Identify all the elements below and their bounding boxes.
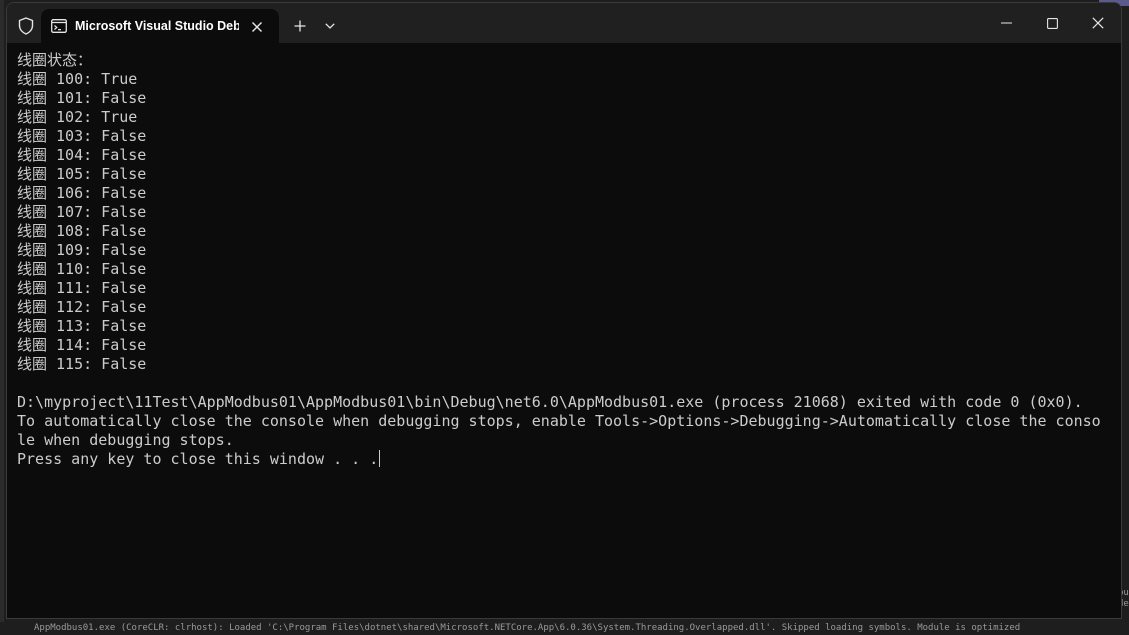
coil-status-header: 线圈状态： (17, 51, 93, 69)
coil-line: 线圈 108: False (17, 222, 147, 240)
tab-dropdown-button[interactable] (319, 15, 341, 37)
tab-title: Microsoft Visual Studio Debug (75, 19, 239, 33)
coil-line: 线圈 100: True (17, 70, 138, 88)
close-icon (1092, 17, 1104, 29)
coil-line: 线圈 107: False (17, 203, 147, 221)
coil-line: 线圈 105: False (17, 165, 147, 183)
shield-icon[interactable] (13, 13, 39, 39)
coil-line: 线圈 112: False (17, 298, 147, 316)
coil-line: 线圈 103: False (17, 127, 147, 145)
close-window-button[interactable] (1075, 3, 1121, 43)
coil-line: 线圈 114: False (17, 336, 147, 354)
coil-line: 线圈 111: False (17, 279, 147, 297)
auto-close-hint-line-1: To automatically close the console when … (17, 412, 1101, 430)
background-output-text: AppModbus01.exe (CoreCLR: clrhost): Load… (0, 622, 1129, 635)
process-exit-message: D:\myproject\11Test\AppModbus01\AppModbu… (17, 393, 1083, 411)
coil-line: 线圈 101: False (17, 89, 147, 107)
background-ide-left-edge (0, 0, 4, 635)
minimize-icon (1000, 22, 1012, 24)
window-controls (983, 3, 1121, 43)
coil-line: 线圈 109: False (17, 241, 147, 259)
minimize-button[interactable] (983, 3, 1029, 43)
terminal-window: Microsoft Visual Studio Debug 线圈状态： 线圈 1… (6, 2, 1122, 619)
coil-line: 线圈 110: False (17, 260, 147, 278)
coil-line: 线圈 104: False (17, 146, 147, 164)
press-any-key-text: Press any key to close this window . . . (17, 450, 379, 468)
coil-line: 线圈 106: False (17, 184, 147, 202)
coil-line: 线圈 102: True (17, 108, 138, 126)
chevron-down-icon (325, 23, 335, 29)
text-cursor (379, 450, 381, 467)
console-text: 线圈状态： 线圈 100: True 线圈 101: False 线圈 102:… (17, 51, 1107, 469)
plus-icon (294, 20, 306, 32)
terminal-icon (51, 19, 67, 33)
new-tab-button[interactable] (289, 15, 311, 37)
auto-close-hint-line-2: le when debugging stops. (17, 431, 234, 449)
console-output[interactable]: 线圈状态： 线圈 100: True 线圈 101: False 线圈 102:… (7, 43, 1121, 618)
coil-line: 线圈 115: False (17, 355, 147, 373)
title-bar[interactable]: Microsoft Visual Studio Debug (7, 3, 1121, 43)
close-tab-icon[interactable] (247, 17, 267, 37)
tab-console[interactable]: Microsoft Visual Studio Debug (41, 9, 279, 43)
press-any-key-prompt: Press any key to close this window . . . (17, 450, 1107, 469)
maximize-icon (1046, 17, 1058, 29)
coil-line: 线圈 113: False (17, 317, 147, 335)
maximize-button[interactable] (1029, 3, 1075, 43)
